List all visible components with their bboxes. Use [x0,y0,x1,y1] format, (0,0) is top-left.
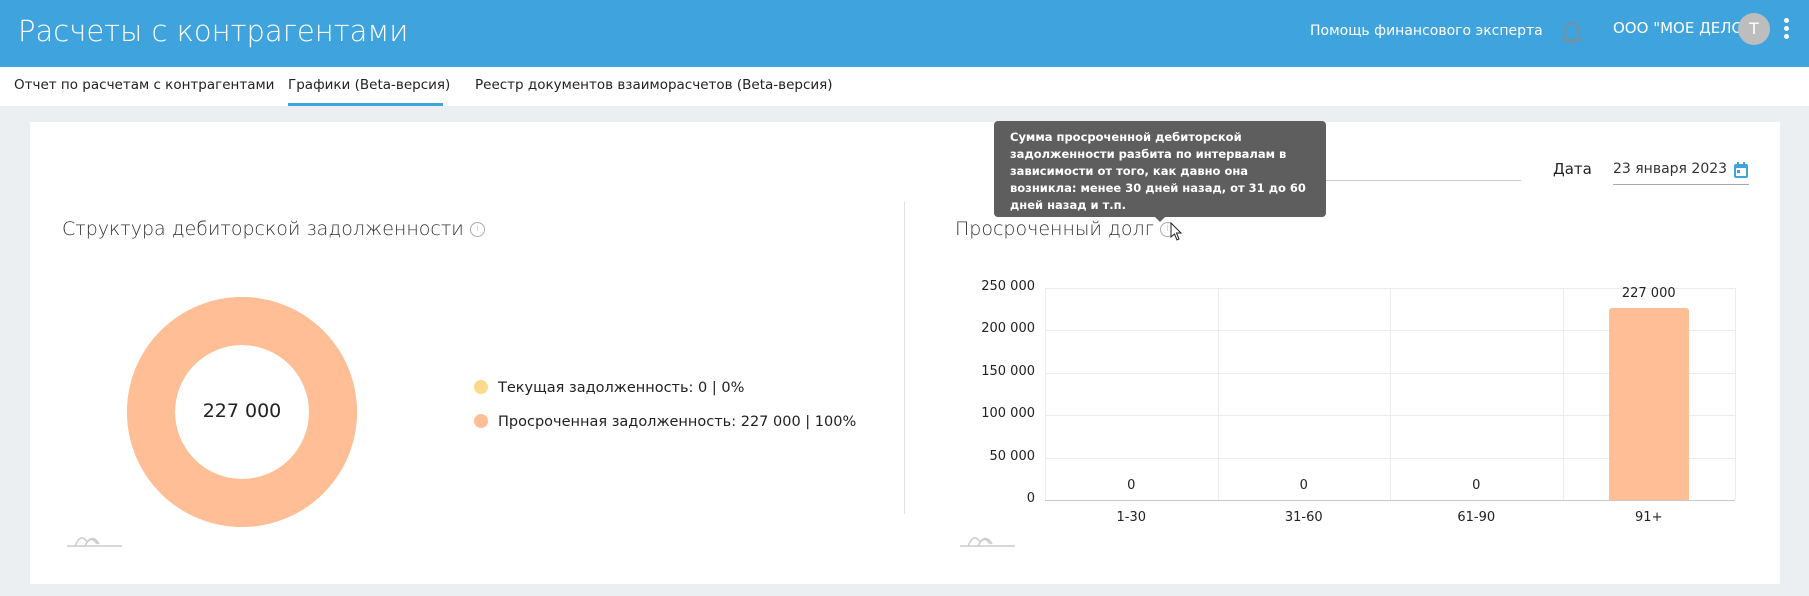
tooltip: Сумма просроченной дебиторской задолженн… [994,121,1326,217]
bar-data-label: 0 [1472,478,1481,493]
gridline-vertical [1562,288,1564,500]
organization-name[interactable]: ООО "МОЕ ДЕЛО" [1613,19,1750,37]
filter-input-underline[interactable] [1325,180,1521,181]
x-tick-label: 1-30 [1116,510,1146,525]
legend-item-current: Текущая задолженность: 0 | 0% [474,380,744,396]
receivables-structure-title: Структура дебиторской задолженности i [62,218,485,240]
y-tick-label: 0 [1026,491,1035,506]
y-tick-label: 150 000 [981,363,1035,379]
date-label: Дата [1553,160,1592,178]
bar-data-label: 0 [1299,478,1308,493]
legend-item-overdue: Просроченная задолженность: 227 000 | 10… [474,414,856,430]
cursor-icon [1170,222,1183,241]
x-tick-label: 61-90 [1457,510,1496,525]
tab-report[interactable]: Отчет по расчетам с контрагентами [14,77,274,93]
legend-dot-icon [474,414,488,428]
expert-help-link[interactable]: Помощь финансового эксперта [1310,23,1543,39]
tab-bar: Отчет по расчетам с контрагентами График… [0,67,1809,106]
bar-data-label: 0 [1127,478,1136,493]
y-tick-label: 200 000 [981,321,1035,337]
gridline-vertical [1735,288,1736,500]
gridline-vertical [1390,288,1391,500]
page-title: Расчеты с контрагентами [18,14,409,48]
bell-icon[interactable] [1560,18,1584,46]
section-divider [904,202,905,514]
legend-label: Текущая задолженность: 0 | 0% [498,380,745,396]
bar[interactable] [1608,307,1689,500]
gridline-vertical [1217,288,1219,500]
tab-charts[interactable]: Графики (Beta-версия) [288,77,450,93]
avatar[interactable]: Т [1738,13,1770,45]
x-axis-line [1045,500,1735,501]
chart-watermark-icon [960,537,1015,547]
active-tab-indicator [288,103,443,106]
title-text: Структура дебиторской задолженности [62,218,464,240]
chart-watermark-icon [67,537,122,547]
info-icon[interactable]: i [469,222,485,237]
legend-dot-icon [474,380,488,394]
y-tick-label: 50 000 [989,448,1036,464]
legend-label: Просроченная задолженность: 227 000 | 10… [498,414,857,430]
title-text: Просроченный долг [955,218,1154,240]
overdue-debt-title: Просроченный долг i [955,218,1175,240]
gridline-vertical [1045,288,1046,500]
app-header: Расчеты с контрагентами Помощь финансово… [0,0,1809,67]
y-tick-label: 100 000 [981,406,1035,422]
tab-documents-registry[interactable]: Реестр документов взаиморасчетов (Beta-в… [475,77,833,93]
calendar-icon[interactable] [1733,161,1749,179]
date-picker[interactable]: 23 января 2023 [1613,161,1749,185]
donut-center-label: 227 000 [202,400,282,422]
y-tick-label: 250 000 [981,279,1035,294]
date-value: 23 января 2023 [1613,161,1728,177]
tooltip-arrow [1154,216,1166,222]
more-menu-icon[interactable] [1782,18,1790,42]
x-tick-label: 31-60 [1284,510,1323,525]
x-tick-label: 91+ [1635,510,1663,525]
bar-data-label: 227 000 [1621,285,1676,301]
